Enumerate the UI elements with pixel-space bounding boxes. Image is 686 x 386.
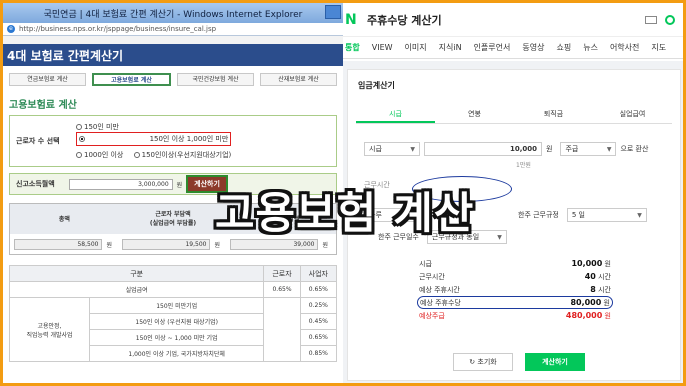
nav-item-dictionary[interactable]: 어학사전 — [610, 42, 639, 53]
nav-item-kin[interactable]: 지식iN — [439, 42, 462, 53]
window-titlebar: 국민연금 | 4대 보험료 간편 계산기 - Windows Internet … — [3, 3, 343, 23]
calc-tabs: 연금보험료 계산 고용보험료 계산 국민건강보험 계산 산재보험료 계산 — [3, 66, 343, 86]
chevron-down-icon: ▼ — [606, 145, 612, 153]
keyboard-icon[interactable] — [645, 15, 657, 24]
window-title: 국민연금 | 4대 보험료 간편 계산기 - Windows Internet … — [43, 9, 303, 20]
calculate-button[interactable]: 계산하기 — [525, 353, 585, 371]
section-title: 고용보험료 계산 — [9, 100, 77, 111]
radio-icon — [133, 152, 140, 158]
nav-item-shopping[interactable]: 쇼핑 — [556, 42, 571, 53]
weekly-rule-select[interactable]: 5 일 ▼ — [566, 208, 647, 222]
convert-label: 으로 환산 — [620, 145, 649, 153]
result-employer: 39,000 — [230, 238, 319, 250]
chevron-down-icon: ▼ — [410, 145, 415, 153]
ie-icon: e — [7, 25, 15, 33]
tab-accident[interactable]: 산재보험료 계산 — [260, 73, 337, 86]
rate-header-worker: 근로자 — [263, 265, 301, 282]
result-worker: 19,500 — [122, 238, 211, 250]
option-under-150[interactable]: 150인 미만 — [76, 122, 119, 132]
result-total: 58,500 — [14, 238, 103, 250]
worker-count-box: 근로자 수 선택 150인 미만 150인 이상 1,000인 미만 1000인… — [9, 115, 337, 167]
rate-header-category: 구분 — [8, 265, 265, 282]
nav-item-map[interactable]: 지도 — [651, 42, 666, 53]
rate-table: 구분 근로자 사업자 실업급여 0.65% 0.65% 고용안정, 직업능력 개… — [8, 265, 338, 362]
nav-item-all[interactable]: 통합 — [345, 42, 360, 53]
option-priority[interactable]: 150인이상(우선지원대상기업) — [133, 150, 231, 160]
search-icon[interactable] — [665, 14, 675, 25]
option-over-1000[interactable]: 1000인 이상 — [76, 150, 123, 160]
rate-header-employer: 사업자 — [299, 265, 338, 282]
search-query[interactable]: 주휴수당 계산기 — [367, 12, 442, 28]
weekly-rule-label: 한주 근무규정 — [518, 211, 559, 219]
address-bar[interactable]: e http://business.nps.or.kr/jsppage/busi… — [3, 23, 343, 36]
worker-count-label: 근로자 수 선택 — [16, 137, 60, 145]
summary-row-hours: 근무시간 40 시간 — [419, 271, 611, 281]
screenshot-frame: 국민연금 | 4대 보험료 간편 계산기 - Windows Internet … — [0, 0, 686, 386]
option-150-1000[interactable]: 150인 이상 1,000인 미만 — [76, 132, 232, 146]
nav-item-news[interactable]: 뉴스 — [583, 42, 598, 53]
summary-row-weekly-pay: 예상주급 480,000 원 — [419, 310, 611, 320]
won-unit: 원 — [176, 181, 183, 189]
radio-selected-icon — [79, 136, 85, 142]
wage-unit: 원 — [546, 145, 553, 153]
wage-hint: 1만원 — [516, 162, 531, 169]
nav-item-video[interactable]: 동영상 — [522, 42, 544, 53]
chevron-down-icon: ▼ — [497, 233, 502, 241]
tab-hourly[interactable]: 시급 — [356, 107, 435, 123]
chevron-down-icon: ▼ — [637, 211, 642, 219]
tab-health[interactable]: 국민건강보험 계산 — [177, 73, 254, 86]
summary-row-holiday-pay: 예상 주휴수당 80,000 원 — [417, 296, 613, 309]
summary-row-wage: 시급 10,000 원 — [419, 258, 611, 268]
tab-employment[interactable]: 고용보험료 계산 — [92, 73, 171, 86]
search-header: N 주휴수당 계산기 — [343, 3, 683, 37]
page-header: 4대 보험료 간편계산기 — [3, 44, 343, 66]
wage-tabs: 시급 연봉 퇴직금 실업급여 — [356, 107, 672, 124]
page-title: 4대 보험료 간편계산기 — [7, 48, 124, 63]
table-row: 실업급여 0.65% 0.65% — [8, 281, 338, 298]
wage-type-select[interactable]: 시급 ▼ — [364, 142, 420, 156]
income-input[interactable]: 3,000,000 — [68, 178, 173, 190]
result-header-worker: 근로자 부담액 (실업급여 부담률) — [149, 211, 197, 227]
summary-list: 시급 10,000 원 근무시간 40 시간 예상 주휴시간 8 시간 예상 주휴수당… — [349, 257, 671, 321]
close-window-button[interactable] — [325, 5, 341, 19]
nav-item-view[interactable]: VIEW — [372, 43, 393, 52]
summary-row-holiday-hours: 예상 주휴시간 8 시간 — [419, 284, 611, 294]
toolbar-strip — [3, 36, 343, 44]
period-select[interactable]: 주급 ▼ — [560, 142, 617, 156]
nav-item-influencer[interactable]: 인플루언서 — [474, 42, 511, 53]
result-header-total: 총액 — [58, 215, 70, 223]
action-buttons: ↻ 초기화 계산하기 — [453, 353, 585, 371]
naver-logo[interactable]: N — [345, 12, 361, 28]
search-nav: 통합 VIEW 이미지 지식iN 인플루언서 동영상 쇼핑 뉴스 어학사전 지도 — [343, 37, 683, 59]
nav-item-image[interactable]: 이미지 — [405, 42, 427, 53]
tab-severance[interactable]: 퇴직금 — [514, 107, 593, 123]
wage-input[interactable]: 10,000 — [424, 142, 542, 156]
radio-icon — [76, 124, 82, 130]
reset-button[interactable]: ↻ 초기화 — [453, 353, 513, 371]
tab-unemployment[interactable]: 실업급여 — [593, 107, 672, 123]
tab-annual[interactable]: 연봉 — [435, 107, 514, 123]
table-row: 고용안정, 직업능력 개발사업 150인 미만기업 0.25% — [9, 297, 338, 362]
card-title: 임금계산기 — [358, 81, 395, 90]
radio-icon — [76, 152, 82, 158]
address-url: http://business.nps.or.kr/jsppage/busine… — [19, 25, 217, 33]
income-label: 신고소득월액 — [16, 180, 55, 188]
overlay-caption: 고용보험 계산 — [215, 189, 475, 239]
tab-pension[interactable]: 연금보험료 계산 — [9, 73, 86, 86]
